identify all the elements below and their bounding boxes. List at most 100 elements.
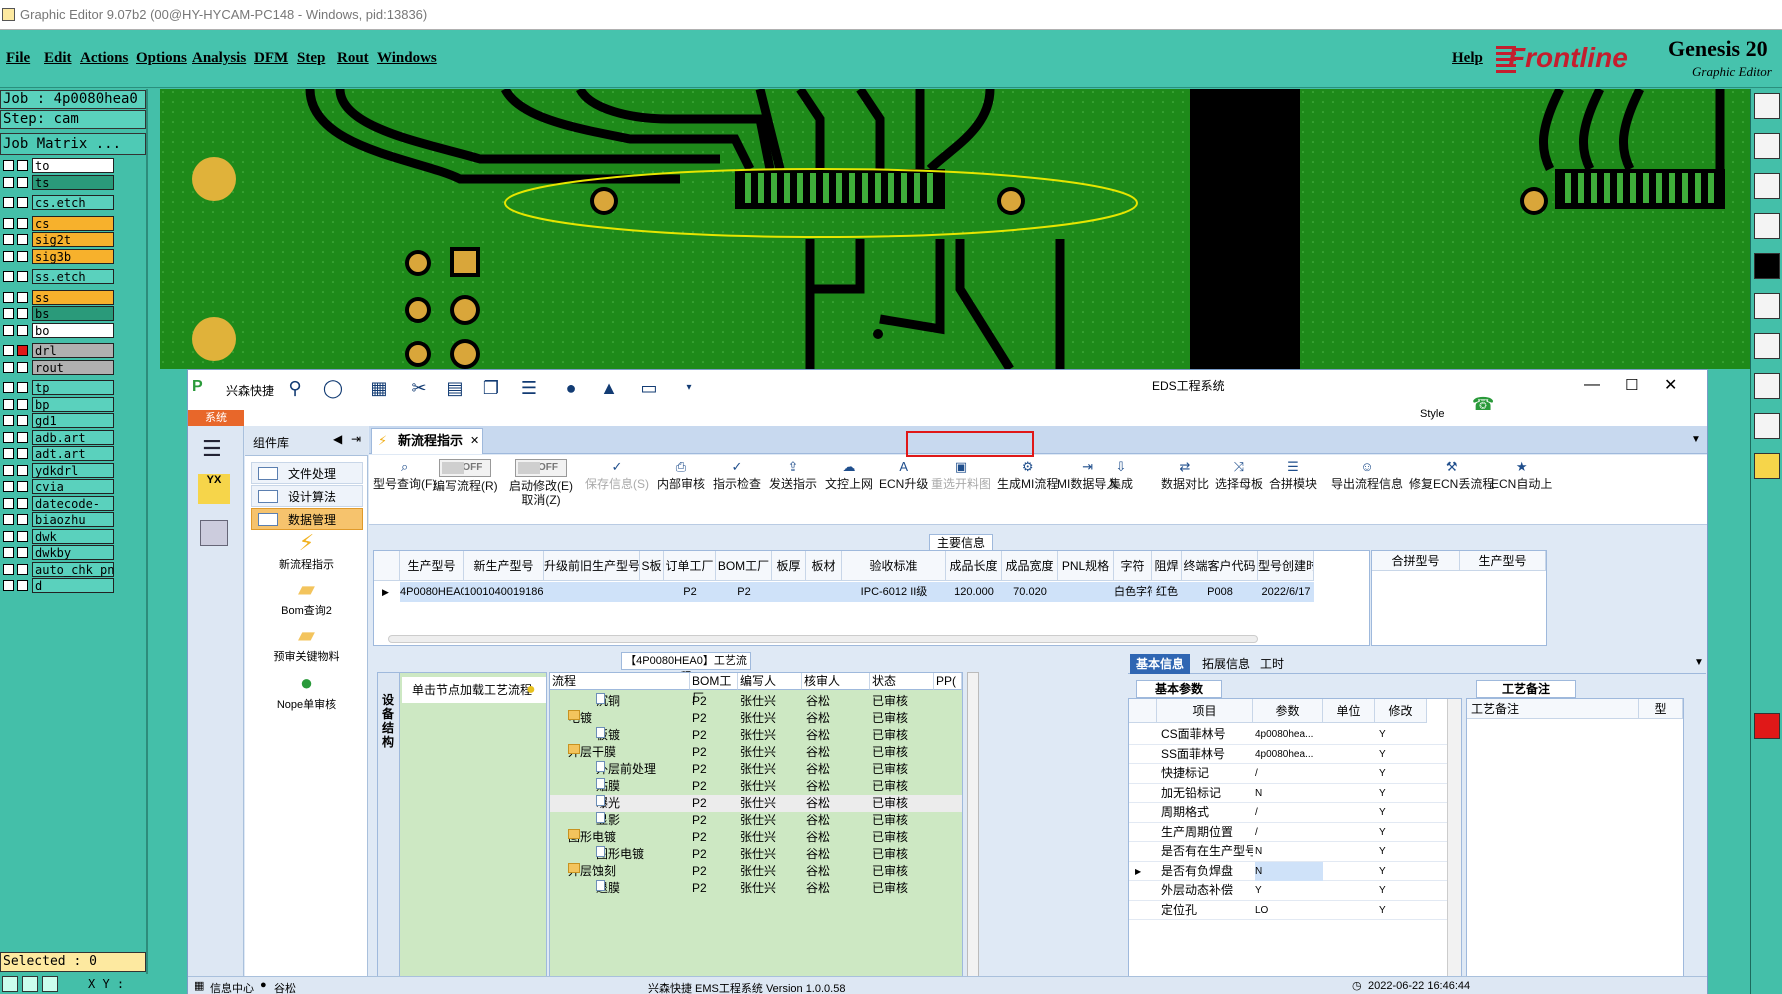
- layer-name[interactable]: datecode-pt: [32, 495, 114, 526]
- tool-icon-7[interactable]: [1754, 333, 1780, 359]
- merge-col-header[interactable]: 生产型号: [1460, 551, 1546, 571]
- grid-cell[interactable]: 4P0080HEA0: [400, 582, 464, 602]
- tree-node[interactable]: 图形电镀: [596, 846, 644, 863]
- layer-name[interactable]: bo: [32, 322, 114, 338]
- param-value[interactable]: LO: [1255, 901, 1323, 920]
- tree-row[interactable]: −电镀 P2 张仕兴 谷松 已审核: [550, 710, 962, 727]
- tree-node[interactable]: 曝光: [596, 795, 620, 812]
- layer-row[interactable]: rout: [0, 359, 146, 376]
- ribbon-download-button[interactable]: ⇩ 集成: [1109, 459, 1133, 491]
- layer-checkbox[interactable]: [3, 431, 14, 443]
- more-icon[interactable]: ▾: [678, 378, 700, 398]
- system-tab[interactable]: 系统: [188, 410, 244, 426]
- ribbon-image-button[interactable]: ▣ 重选开料图: [931, 459, 991, 491]
- layer-name[interactable]: adt.art: [32, 446, 114, 461]
- table-icon[interactable]: ▦: [368, 378, 390, 398]
- layer-name[interactable]: bp: [32, 396, 114, 412]
- layer-row[interactable]: adt.art: [0, 445, 146, 462]
- merge-col-header[interactable]: 合拼型号: [1372, 551, 1460, 571]
- layer-select-box[interactable]: [17, 361, 28, 373]
- tab-new-process[interactable]: ⚡ 新流程指示 ✕: [371, 428, 483, 454]
- param-row[interactable]: SS面菲林号 4p0080hea... Y: [1129, 745, 1447, 764]
- tree-row[interactable]: 显影 P2 张仕兴 谷松 已审核: [550, 812, 962, 829]
- menu-analysis[interactable]: Analysis: [192, 50, 246, 67]
- param-row[interactable]: 加无铅标记 N Y: [1129, 784, 1447, 803]
- grid-cell[interactable]: [640, 582, 664, 602]
- layer-checkbox[interactable]: [3, 448, 14, 459]
- grid-cell[interactable]: 120.000: [946, 582, 1002, 602]
- layer-row[interactable]: sig3b: [0, 248, 146, 265]
- click-hint[interactable]: 单击节点加载工艺流程 ●: [402, 677, 546, 703]
- layer-select-box[interactable]: [17, 398, 28, 410]
- grid-cell[interactable]: [772, 582, 806, 602]
- lib-item[interactable]: 设计算法: [251, 485, 363, 507]
- lib-item[interactable]: 数据管理: [251, 508, 363, 530]
- params-grid[interactable]: 项目 参数 单位 修改 CS面菲林号 4p0080hea... Y SS面菲林号 4p0080…: [1128, 698, 1462, 994]
- layer-checkbox[interactable]: [3, 514, 14, 525]
- menu-help[interactable]: Help: [1452, 50, 1483, 67]
- grid-cell[interactable]: P2: [716, 582, 772, 602]
- memo-grid[interactable]: 工艺备注 型: [1466, 698, 1684, 994]
- tab-close-icon[interactable]: ✕: [470, 429, 479, 453]
- layer-row[interactable]: ydkdrl: [0, 462, 146, 479]
- grid-col-header[interactable]: 验收标准: [842, 551, 946, 581]
- grid-col-header[interactable]: 字符: [1114, 551, 1152, 581]
- merge-grid[interactable]: 合拼型号 生产型号: [1371, 550, 1547, 646]
- grid-cell[interactable]: 白色字符: [1114, 582, 1152, 602]
- film-icon[interactable]: ▤: [444, 378, 466, 398]
- param-row[interactable]: CS面菲林号 4p0080hea... Y: [1129, 725, 1447, 745]
- layer-row[interactable]: gd1: [0, 412, 146, 429]
- layer-checkbox[interactable]: [3, 197, 14, 208]
- yx-icon[interactable]: YX: [198, 474, 230, 504]
- tree-col-header[interactable]: PP(: [934, 673, 962, 690]
- param-row[interactable]: ▶ 是否有负焊盘 N Y: [1129, 861, 1447, 881]
- grid-cell[interactable]: [1058, 582, 1114, 602]
- grid-col-header[interactable]: S板: [640, 551, 664, 581]
- tool-icon-6[interactable]: [1754, 293, 1780, 319]
- tree-row[interactable]: 图形电镀 P2 张仕兴 谷松 已审核: [550, 846, 962, 863]
- layer-checkbox[interactable]: [3, 250, 14, 262]
- layer-name[interactable]: adb.art: [32, 429, 114, 445]
- basic-tab[interactable]: 基本信息: [1130, 654, 1191, 674]
- param-value[interactable]: N: [1255, 861, 1323, 881]
- tabs-dropdown-icon[interactable]: ▼: [1694, 657, 1704, 668]
- grid-col-header[interactable]: 阻焊: [1152, 551, 1182, 581]
- layer-row[interactable]: bp: [0, 396, 146, 413]
- layer-row[interactable]: d: [0, 577, 146, 594]
- param-value[interactable]: /: [1255, 803, 1323, 822]
- tree-node[interactable]: 外层前处理: [596, 761, 656, 778]
- layer-name[interactable]: drl: [32, 343, 114, 358]
- globe-icon[interactable]: ◯: [322, 378, 344, 398]
- job-matrix-button[interactable]: Job Matrix ...: [0, 133, 146, 155]
- param-value[interactable]: N: [1255, 784, 1323, 803]
- tool-icon-9[interactable]: [1754, 413, 1780, 439]
- grid-col-header[interactable]: BOM工厂: [716, 551, 772, 581]
- layer-select-box[interactable]: [17, 415, 28, 426]
- layer-checkbox[interactable]: [3, 308, 14, 319]
- menu-step[interactable]: Step: [297, 50, 325, 67]
- layer-checkbox[interactable]: [3, 217, 14, 229]
- grid-cell[interactable]: IPC-6012 II级: [842, 582, 946, 602]
- side-tab[interactable]: 设备结构: [378, 673, 400, 993]
- ribbon-a-button[interactable]: A ECN升级: [879, 459, 928, 491]
- tree-col-header[interactable]: 核审人: [802, 673, 870, 690]
- ribbon-toggle-button[interactable]: OFF 启动修改(E) 取消(Z): [509, 459, 573, 507]
- layer-checkbox[interactable]: [3, 324, 14, 336]
- layer-select-box[interactable]: [17, 217, 28, 229]
- tool-icon-4[interactable]: [1754, 213, 1780, 239]
- layer-checkbox[interactable]: [3, 160, 14, 171]
- ribbon-wrench-button[interactable]: ⚒ 修复ECN丢流程: [1409, 459, 1494, 491]
- tree-node[interactable]: −图形电镀: [568, 829, 616, 846]
- layer-select-box[interactable]: [17, 382, 28, 393]
- layer-select-box[interactable]: [17, 271, 28, 282]
- ribbon-check-button[interactable]: ✓ 保存信息(S): [585, 459, 649, 491]
- layer-select-box[interactable]: [17, 324, 28, 336]
- tool-item[interactable]: ▰ Bom查询2: [245, 576, 368, 618]
- tool-item[interactable]: ⚡ 新流程指示: [245, 530, 368, 572]
- grid-hscrollbar[interactable]: [388, 635, 1258, 643]
- layer-name[interactable]: gd1: [32, 413, 114, 428]
- params-col-header[interactable]: 参数: [1253, 699, 1323, 723]
- ribbon-shuffle-button[interactable]: ⤨ 选择母板: [1215, 459, 1263, 491]
- search-icon[interactable]: ⚲: [284, 378, 306, 398]
- params-col-header[interactable]: 项目: [1157, 699, 1253, 723]
